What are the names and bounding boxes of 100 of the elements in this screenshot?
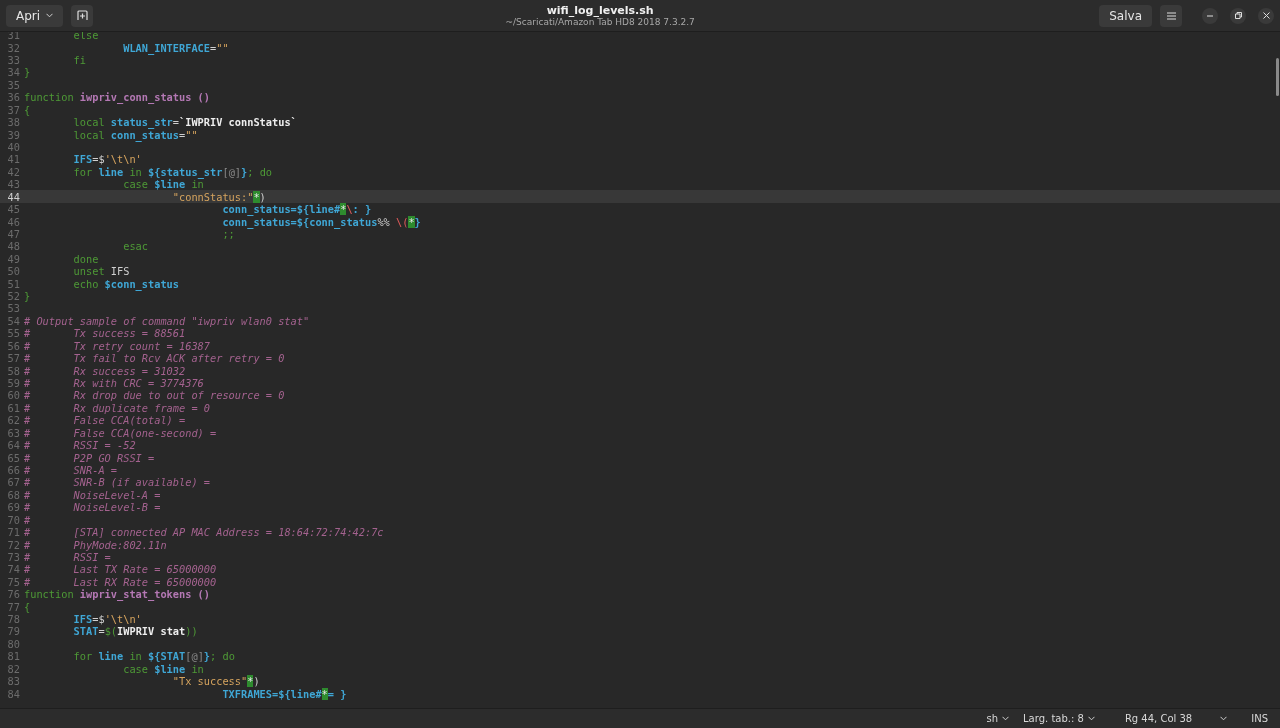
line-number: 58 (6, 364, 20, 377)
line-number: 46 (6, 215, 20, 228)
caret-icon (46, 13, 54, 18)
code-line: "Tx success"*) (171, 675, 260, 688)
line-number: 50 (6, 265, 20, 278)
insert-mode: INS (1251, 713, 1268, 724)
line-number: 80 (6, 637, 20, 650)
code-line: # Tx success = 88561 (24, 327, 186, 340)
line-number: 62 (6, 414, 20, 427)
tab-width-selector[interactable]: Larg. tab.: 8 (1023, 713, 1095, 724)
line-number: 81 (6, 650, 20, 663)
line-number: 49 (6, 252, 20, 265)
menu-button[interactable] (1160, 4, 1182, 27)
line-number: 39 (6, 128, 20, 141)
line-number: 73 (6, 550, 20, 563)
line-number: 71 (6, 526, 20, 539)
line-number: 59 (6, 377, 20, 389)
line-number: 65 (6, 451, 20, 464)
code-line: # False CCA(one-second) = (24, 426, 217, 439)
line-number: 52 (6, 290, 20, 303)
line-number: 60 (6, 389, 20, 402)
code-line: conn_status=${conn_status%% \(*} (221, 215, 421, 228)
line-number: 70 (6, 513, 20, 526)
scrollbar-thumb[interactable] (1276, 58, 1279, 96)
line-number: 37 (6, 103, 20, 116)
caret-icon (1220, 716, 1228, 721)
code-line: # (24, 513, 31, 526)
options-dropdown[interactable] (1220, 716, 1228, 721)
code-line: # Rx duplicate frame = 0 (24, 401, 210, 414)
code-line: function iwpriv_conn_status () (24, 91, 210, 104)
line-number: 68 (6, 488, 20, 501)
code-line: # RSSI = (24, 550, 111, 563)
line-number: 75 (6, 575, 20, 588)
caret-icon (1002, 716, 1010, 721)
code-line: ;; (221, 227, 235, 240)
code-line: IFS=$'\t\n' (72, 613, 142, 626)
new-tab-icon (76, 10, 88, 21)
line-number: 72 (6, 538, 20, 551)
code-line: # Tx retry count = 16387 (24, 339, 210, 352)
code-line: WLAN_INTERFACE="" (122, 41, 229, 54)
line-number: 44 (6, 190, 20, 203)
code-line: TXFRAMES=${line#*= } (221, 687, 347, 700)
line-number: 69 (6, 501, 20, 514)
code-line: fi (72, 54, 86, 67)
code-line: # SNR-A = (24, 463, 117, 476)
code-line: done (72, 252, 99, 265)
code-line: esac (122, 240, 148, 253)
language-selector[interactable]: sh (986, 713, 1010, 724)
minimize-button[interactable] (1202, 7, 1218, 24)
minimize-icon (1207, 14, 1213, 17)
line-number: 77 (6, 600, 20, 613)
line-number: 64 (6, 439, 20, 452)
save-button[interactable]: Salva (1099, 4, 1152, 27)
open-button[interactable]: Apri (6, 4, 64, 27)
code-line: for line in ${STAT[@]}; do (72, 650, 235, 663)
caret-icon (1087, 716, 1095, 721)
code-line: # P2P GO RSSI = (24, 451, 155, 464)
close-button[interactable] (1258, 7, 1274, 24)
code-line: { (24, 103, 31, 116)
close-icon (1262, 12, 1270, 19)
line-number: 54 (6, 314, 20, 327)
line-number: 55 (6, 327, 20, 340)
code-line: } (24, 66, 31, 79)
code-line: unset IFS (72, 265, 130, 278)
code-line: # Last TX Rate = 65000000 (24, 563, 217, 576)
code-line: # RSSI = -52 (24, 439, 136, 452)
file-path: ~/Scaricati/Amazon Tab HD8 2018 7.3.2.7 (505, 16, 695, 28)
code-line: IFS=$'\t\n' (72, 153, 142, 166)
line-number: 31 (6, 32, 20, 42)
code-line: "connStatus:"*) (171, 190, 266, 203)
line-number: 47 (6, 227, 20, 240)
line-number: 57 (6, 352, 20, 365)
line-number: 67 (6, 476, 20, 489)
code-line: # NoiseLevel-A = (24, 488, 161, 501)
line-number: 38 (6, 116, 20, 129)
line-number: 78 (6, 613, 20, 626)
line-number: 48 (6, 240, 20, 253)
line-number: 84 (6, 687, 20, 700)
code-line: # Output sample of command "iwpriv wlan0 stat" (24, 314, 310, 327)
code-line: { (24, 600, 31, 613)
new-tab-button[interactable] (71, 4, 94, 27)
restore-button[interactable] (1230, 7, 1246, 24)
code-line: else (72, 32, 99, 42)
line-number: 63 (6, 426, 20, 439)
line-number: 74 (6, 563, 20, 576)
line-number: 76 (6, 588, 20, 601)
code-line: # PhyMode:802.11n (24, 538, 167, 551)
cursor-position: Rg 44, Col 38 (1124, 713, 1193, 724)
code-line: for line in ${status_str[@]}; do (72, 165, 273, 178)
code-line: # Rx success = 31032 (24, 364, 186, 377)
line-number: 32 (6, 41, 20, 54)
line-number: 66 (6, 463, 20, 476)
menu-icon (1166, 11, 1176, 20)
code-line: } (24, 290, 31, 303)
code-line: local status_str=`IWPRIV connStatus` (72, 116, 297, 129)
line-number: 61 (6, 401, 20, 414)
code-line: case $line in (122, 662, 204, 675)
code-line: # False CCA(total) = (24, 414, 186, 427)
line-number: 45 (6, 203, 20, 216)
line-number: 56 (6, 339, 20, 352)
